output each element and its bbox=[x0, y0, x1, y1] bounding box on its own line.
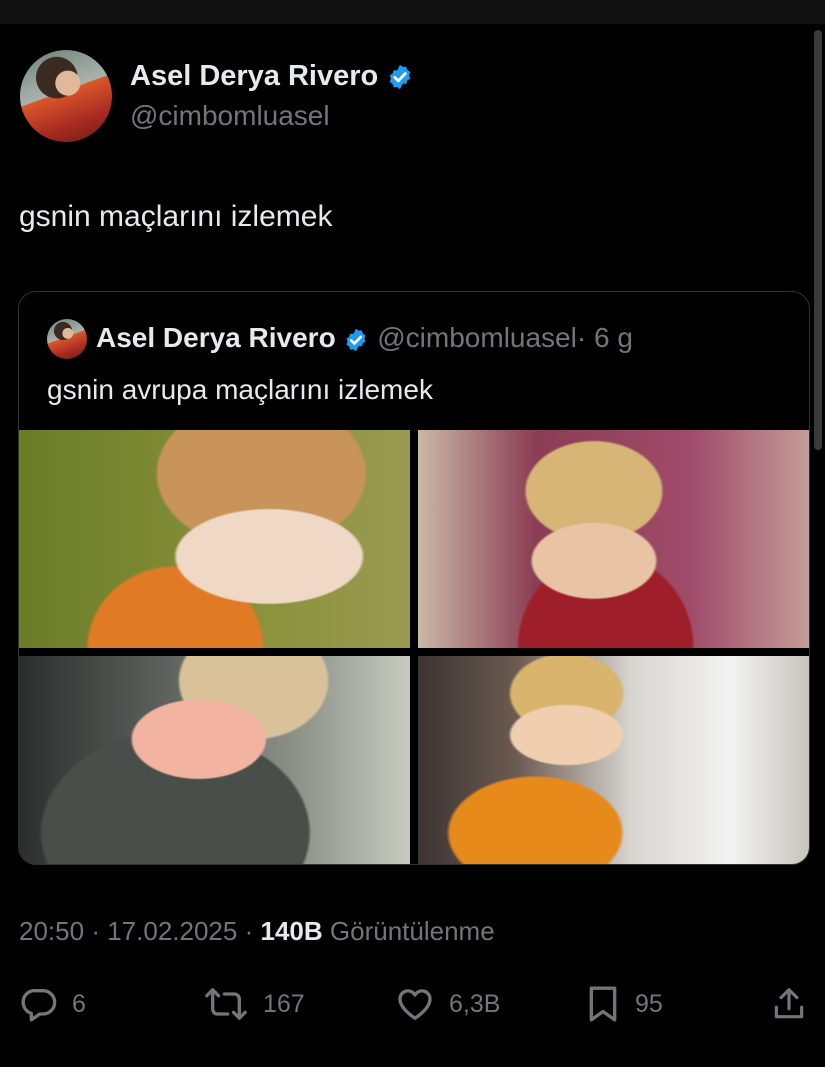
media-image-2[interactable] bbox=[418, 430, 809, 648]
bookmark-count: 95 bbox=[635, 989, 663, 1018]
like-icon bbox=[398, 989, 432, 1020]
separator: · bbox=[91, 916, 100, 946]
like-button[interactable]: 6,3B bbox=[395, 982, 500, 1026]
media-grid bbox=[19, 430, 809, 864]
quoted-tweet-text: gsnin avrupa maçlarını izlemek bbox=[47, 374, 433, 405]
quoted-tweet-card[interactable]: Asel Derya Rivero @cimbomluasel· 6 g gsn… bbox=[18, 291, 810, 865]
views-count: 140B bbox=[260, 916, 323, 946]
share-button[interactable] bbox=[770, 982, 822, 1026]
repost-icon bbox=[205, 988, 247, 1020]
bookmark-button[interactable]: 95 bbox=[585, 982, 663, 1026]
reply-icon bbox=[21, 989, 57, 1022]
quoted-author-avatar[interactable] bbox=[47, 319, 87, 359]
bookmark-icon bbox=[589, 986, 617, 1022]
quoted-tweet-header: Asel Derya Rivero @cimbomluasel· 6 g bbox=[96, 322, 633, 354]
like-count: 6,3B bbox=[449, 989, 501, 1018]
quoted-author-handle[interactable]: @cimbomluasel bbox=[377, 322, 577, 353]
verified-badge-icon bbox=[346, 328, 367, 351]
tweet-meta: 20:50 · 17.02.2025 · 140B Görüntülenme bbox=[19, 916, 495, 947]
tweet-date[interactable]: 17.02.2025 bbox=[107, 916, 237, 946]
reply-button[interactable]: 6 bbox=[18, 982, 86, 1026]
views-label: Görüntülenme bbox=[329, 916, 495, 946]
repost-count: 167 bbox=[263, 989, 305, 1018]
media-image-1[interactable] bbox=[19, 430, 410, 648]
author-handle[interactable]: @cimbomluasel bbox=[130, 100, 330, 132]
reply-count: 6 bbox=[72, 989, 86, 1018]
tweet-text: gsnin maçlarını izlemek bbox=[19, 200, 333, 233]
media-image-3[interactable] bbox=[19, 656, 410, 864]
action-bar: 6 167 6,3B 95 bbox=[0, 982, 825, 1026]
share-icon bbox=[774, 988, 804, 1019]
repost-button[interactable]: 167 bbox=[203, 982, 305, 1026]
author-name[interactable]: Asel Derya Rivero bbox=[130, 60, 378, 92]
top-status-bar bbox=[0, 0, 825, 24]
scrollbar[interactable] bbox=[814, 30, 822, 450]
quoted-author-name[interactable]: Asel Derya Rivero bbox=[96, 322, 336, 353]
verified-badge-icon bbox=[390, 65, 411, 90]
author-avatar[interactable] bbox=[20, 50, 112, 142]
tweet-time[interactable]: 20:50 bbox=[19, 916, 84, 946]
separator: · bbox=[576, 322, 587, 353]
author-name-row[interactable]: Asel Derya Rivero bbox=[130, 60, 414, 93]
quoted-tweet-time[interactable]: 6 g bbox=[594, 322, 633, 353]
media-image-4[interactable] bbox=[418, 656, 809, 864]
separator: · bbox=[244, 916, 254, 946]
